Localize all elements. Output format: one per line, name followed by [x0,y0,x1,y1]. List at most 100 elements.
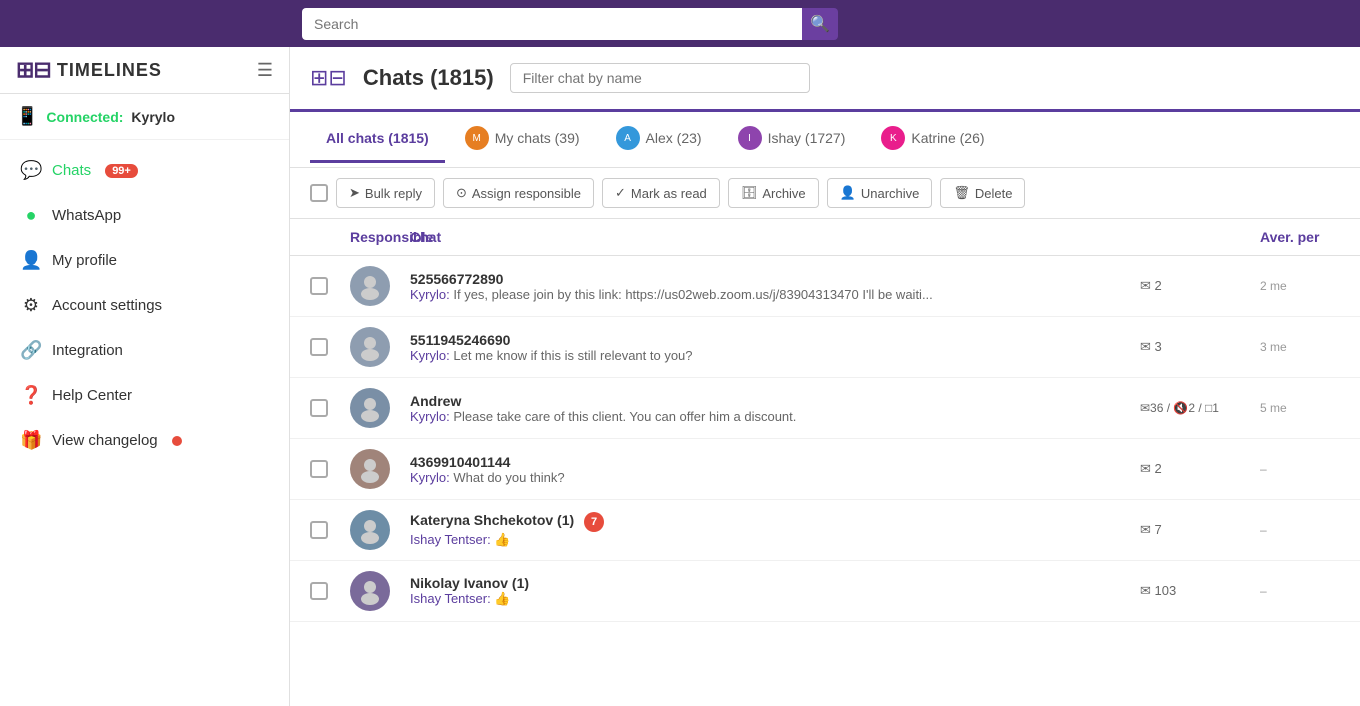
avatar [350,571,390,611]
row-checkbox[interactable] [310,338,328,356]
page-title: Chats (1815) [363,65,494,91]
sidebar-item-integration-label: Integration [52,342,123,359]
tab-alex[interactable]: A Alex (23) [600,112,718,167]
sidebar-item-whatsapp-label: WhatsApp [52,207,121,224]
tab-ishay[interactable]: I Ishay (1727) [722,112,862,167]
chats-icon: 💬 [20,160,42,181]
hamburger-icon[interactable]: ☰ [257,60,273,81]
row-checkbox[interactable] [310,521,328,539]
row-checkbox[interactable] [310,582,328,600]
assign-icon: ⊙ [456,185,467,201]
search-input[interactable] [302,8,802,40]
chat-name: Kateryna Shchekotov (1) 7 [410,512,1140,532]
settings-icon: ⚙ [20,295,42,316]
sidebar-item-accountsettings-label: Account settings [52,297,162,314]
chat-name: Andrew [410,393,1140,409]
table-row[interactable]: Andrew Kyrylo: Please take care of this … [290,378,1360,439]
chat-info: Andrew Kyrylo: Please take care of this … [410,393,1140,424]
avatar [350,449,390,489]
table-row[interactable]: 5511945246690 Kyrylo: Let me know if thi… [290,317,1360,378]
connected-name: Kyrylo [131,109,175,125]
sidebar-item-accountsettings[interactable]: ⚙ Account settings [0,283,289,328]
sidebar-item-helpcenter[interactable]: ❓ Help Center [0,373,289,418]
unarchive-button[interactable]: 👤 Unarchive [827,178,933,208]
search-button[interactable]: 🔍 [802,8,838,40]
archive-icon: 🗄 [741,185,758,201]
col-msgcount [1140,229,1260,245]
msg-count: ✉ 103 [1140,583,1260,599]
row-checkbox[interactable] [310,460,328,478]
bulk-reply-label: Bulk reply [365,186,422,201]
sidebar-item-chats-label: Chats [52,162,91,179]
avatar [350,266,390,306]
integration-icon: 🔗 [20,340,42,361]
chat-preview: Ishay Tentser: 👍 [410,591,1140,607]
sidebar: ⊞⊟ TIMELINES ☰ 📱 Connected: Kyrylo 💬 Cha… [0,47,290,706]
filter-input[interactable] [510,63,810,93]
msg-count: ✉ 7 [1140,522,1260,538]
sidebar-item-chats[interactable]: 💬 Chats 99+ [0,148,289,193]
assign-label: Assign responsible [472,186,581,201]
chat-name: 4369910401144 [410,454,1140,470]
msg-count: ✉ 2 [1140,461,1260,477]
col-responsible: Responsible [350,229,410,245]
row-checkbox[interactable] [310,399,328,417]
sidebar-item-integration[interactable]: 🔗 Integration [0,328,289,373]
row-checkbox[interactable] [310,277,328,295]
tab-allchats[interactable]: All chats (1815) [310,116,445,163]
msg-count: ✉36 / 🔇2 / □1 [1140,401,1260,415]
bulk-reply-button[interactable]: ➤ Bulk reply [336,178,435,208]
tab-katrine[interactable]: K Katrine (26) [865,112,1000,167]
col-avgperf: Aver. per [1260,229,1340,245]
time-col: 2 me [1260,279,1340,293]
chat-name: Nikolay Ivanov (1) [410,575,1140,591]
top-nav: 🔍 [0,0,1360,47]
assign-responsible-button[interactable]: ⊙ Assign responsible [443,178,594,208]
unread-badge: 7 [584,512,604,532]
msg-count: ✉ 3 [1140,339,1260,355]
chat-name: 525566772890 [410,271,1140,287]
table-row[interactable]: 525566772890 Kyrylo: If yes, please join… [290,256,1360,317]
msg-count: ✉ 2 [1140,278,1260,294]
archive-button[interactable]: 🗄 Archive [728,178,819,208]
sidebar-item-myprofile[interactable]: 👤 My profile [0,238,289,283]
toolbar: ➤ Bulk reply ⊙ Assign responsible ✓ Mark… [290,168,1360,219]
chat-preview: Kyrylo: If yes, please join by this link… [410,287,1140,302]
logo-icon: ⊞⊟ [16,57,51,83]
nav-items: 💬 Chats 99+ ● WhatsApp 👤 My profile ⚙ Ac… [0,140,289,706]
col-chat: Chat [410,229,1140,245]
table-row[interactable]: 4369910401144 Kyrylo: What do you think?… [290,439,1360,500]
chat-preview: Kyrylo: What do you think? [410,470,1140,485]
time-col: – [1260,462,1340,476]
content-area: ⊞⊟ Chats (1815) All chats (1815) M My ch… [290,47,1360,706]
tab-katrine-label: Katrine (26) [911,130,984,146]
archive-label: Archive [762,186,805,201]
delete-button[interactable]: 🗑 Delete [940,178,1025,208]
tabs-row: All chats (1815) M My chats (39) A Alex … [290,112,1360,168]
profile-icon: 👤 [20,250,42,271]
chat-info: 4369910401144 Kyrylo: What do you think? [410,454,1140,485]
sidebar-item-viewchangelog-label: View changelog [52,432,158,449]
logo-text: TIMELINES [57,60,162,81]
table-row[interactable]: Kateryna Shchekotov (1) 7 Ishay Tentser:… [290,500,1360,561]
avatar [350,510,390,550]
whatsapp-connected-icon: 📱 [16,106,38,127]
sidebar-item-whatsapp[interactable]: ● WhatsApp [0,193,289,238]
content-header: ⊞⊟ Chats (1815) [290,47,1360,112]
chats-badge: 99+ [105,164,138,178]
table-row[interactable]: Nikolay Ivanov (1) Ishay Tentser: 👍 ✉ 10… [290,561,1360,622]
mark-as-read-button[interactable]: ✓ Mark as read [602,178,720,208]
tab-alex-label: Alex (23) [646,130,702,146]
tab-mychats[interactable]: M My chats (39) [449,112,596,167]
chat-preview: Kyrylo: Let me know if this is still rel… [410,348,1140,363]
select-all-checkbox[interactable] [310,184,328,202]
main-layout: ⊞⊟ TIMELINES ☰ 📱 Connected: Kyrylo 💬 Cha… [0,47,1360,706]
time-col: 3 me [1260,340,1340,354]
sidebar-item-viewchangelog[interactable]: 🎁 View changelog [0,418,289,463]
changelog-dot [172,436,182,446]
chat-info: Nikolay Ivanov (1) Ishay Tentser: 👍 [410,575,1140,607]
connected-status: 📱 Connected: Kyrylo [0,94,289,140]
chat-preview: Ishay Tentser: 👍 [410,532,1140,548]
unarchive-label: Unarchive [861,186,920,201]
tab-alex-avatar: A [616,126,640,150]
